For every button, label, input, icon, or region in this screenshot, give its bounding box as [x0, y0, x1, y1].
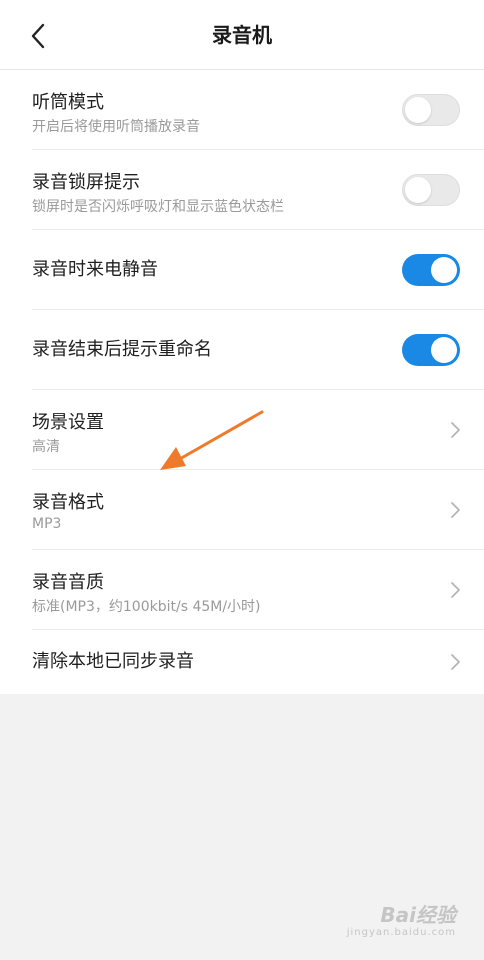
settings-list: 听筒模式 开启后将使用听筒播放录音 录音锁屏提示 锁屏时是否闪烁呼吸灯和显示蓝色… — [0, 70, 484, 694]
lockscreen-indicator-toggle[interactable] — [402, 174, 460, 206]
setting-format[interactable]: 录音格式 MP3 — [32, 470, 484, 550]
chevron-left-icon — [31, 23, 45, 49]
page-title: 录音机 — [212, 23, 272, 47]
setting-label: 录音格式 — [32, 492, 104, 513]
chevron-right-icon — [451, 582, 460, 598]
toggle-knob — [431, 337, 457, 363]
back-button[interactable] — [18, 16, 58, 56]
setting-value: 高清 — [32, 439, 60, 455]
setting-label: 听筒模式 — [32, 92, 104, 113]
toggle-knob — [405, 97, 431, 123]
watermark-url: jingyan.baidu.com — [346, 927, 456, 938]
chevron-right-icon — [451, 422, 460, 438]
watermark: Bai经验 jingyan.baidu.com — [346, 905, 456, 942]
setting-earpiece-mode[interactable]: 听筒模式 开启后将使用听筒播放录音 — [32, 70, 484, 150]
setting-quality[interactable]: 录音音质 标准(MP3，约100kbit/s 45M/小时) — [32, 550, 484, 630]
setting-label: 录音锁屏提示 — [32, 172, 140, 193]
rename-prompt-toggle[interactable] — [402, 334, 460, 366]
setting-clear-synced[interactable]: 清除本地已同步录音 — [32, 630, 484, 694]
setting-label: 场景设置 — [32, 412, 104, 433]
setting-label: 清除本地已同步录音 — [32, 651, 194, 672]
mute-calls-toggle[interactable] — [402, 254, 460, 286]
setting-value: 标准(MP3，约100kbit/s 45M/小时) — [32, 599, 261, 615]
setting-description: 锁屏时是否闪烁呼吸灯和显示蓝色状态栏 — [32, 199, 284, 215]
setting-lockscreen-indicator[interactable]: 录音锁屏提示 锁屏时是否闪烁呼吸灯和显示蓝色状态栏 — [32, 150, 484, 230]
setting-description: 开启后将使用听筒播放录音 — [32, 119, 200, 135]
chevron-right-icon — [451, 502, 460, 518]
setting-mute-calls[interactable]: 录音时来电静音 — [32, 230, 484, 310]
chevron-right-icon — [451, 654, 460, 670]
setting-scene[interactable]: 场景设置 高清 — [32, 390, 484, 470]
setting-label: 录音音质 — [32, 572, 104, 593]
app-header: 录音机 — [0, 0, 484, 70]
earpiece-mode-toggle[interactable] — [402, 94, 460, 126]
toggle-knob — [431, 257, 457, 283]
toggle-knob — [405, 177, 431, 203]
setting-value: MP3 — [32, 516, 62, 532]
setting-rename-prompt[interactable]: 录音结束后提示重命名 — [32, 310, 484, 390]
setting-label: 录音结束后提示重命名 — [32, 339, 212, 360]
setting-label: 录音时来电静音 — [32, 259, 158, 280]
